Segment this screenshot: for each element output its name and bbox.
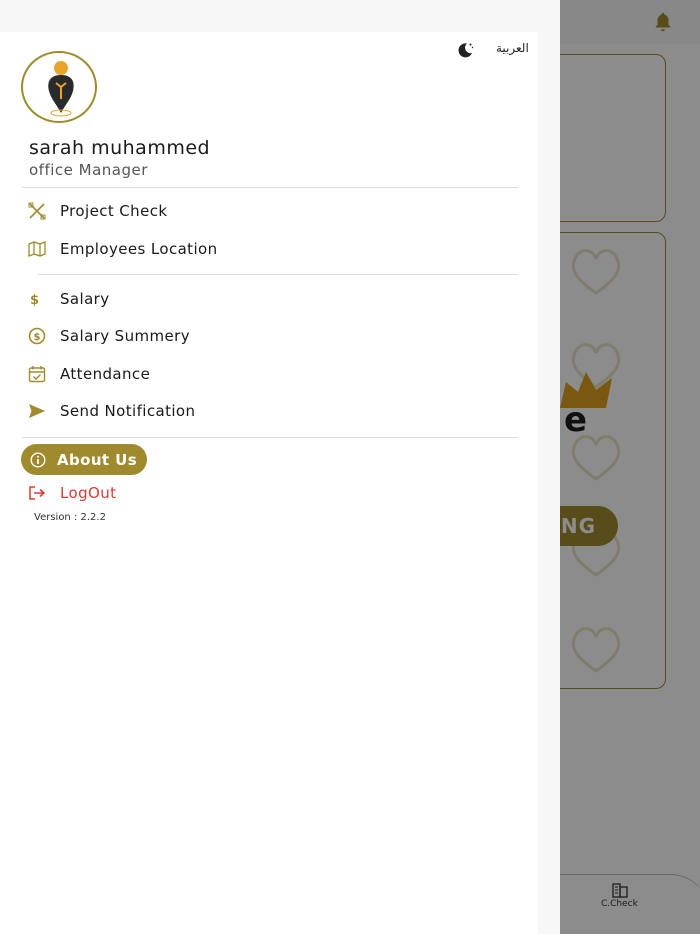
language-toggle[interactable]: العربية: [496, 41, 529, 55]
about-us-button[interactable]: About Us: [21, 444, 147, 475]
avatar: [21, 51, 97, 123]
menu-item-salary[interactable]: $ Salary: [22, 281, 512, 317]
menu-item-label: Send Notification: [60, 402, 196, 420]
tools-icon: [22, 201, 54, 221]
navigation-drawer: العربية sarah muhammed office Manager Pr…: [0, 0, 560, 934]
user-name: sarah muhammed: [29, 137, 211, 159]
map-icon: [22, 239, 54, 259]
user-role: office Manager: [29, 161, 148, 179]
drawer-status-strip: [0, 0, 560, 32]
menu-item-salary-summery[interactable]: $ Salary Summery: [22, 318, 512, 354]
menu-item-send-notification[interactable]: Send Notification: [22, 393, 512, 429]
dollar-circle-icon: $: [22, 326, 54, 346]
logout-label: LogOut: [60, 484, 117, 502]
menu-item-label: Attendance: [60, 365, 151, 383]
dollar-icon: $: [22, 289, 54, 309]
send-icon: [22, 401, 54, 421]
svg-text:$: $: [30, 293, 39, 307]
menu-item-project-check[interactable]: Project Check: [22, 193, 512, 229]
calendar-check-icon: [22, 364, 54, 384]
divider: [38, 274, 518, 275]
logout-icon: [22, 483, 54, 503]
menu-item-label: Salary: [60, 290, 110, 308]
company-logo-icon: [48, 61, 74, 117]
logout-button[interactable]: LogOut: [22, 481, 116, 505]
divider: [22, 437, 518, 438]
about-us-label: About Us: [57, 450, 138, 469]
drawer-edge: [538, 32, 560, 934]
svg-text:$: $: [34, 332, 41, 343]
info-icon: [30, 451, 46, 468]
menu-item-employees-location[interactable]: Employees Location: [22, 231, 512, 267]
menu-item-label: Employees Location: [60, 240, 218, 258]
menu-item-label: Salary Summery: [60, 327, 191, 345]
divider: [22, 187, 518, 188]
menu-item-attendance[interactable]: Attendance: [22, 356, 512, 392]
menu-item-label: Project Check: [60, 202, 168, 220]
version-text: Version : 2.2.2: [34, 512, 106, 523]
moon-icon[interactable]: [456, 41, 474, 59]
